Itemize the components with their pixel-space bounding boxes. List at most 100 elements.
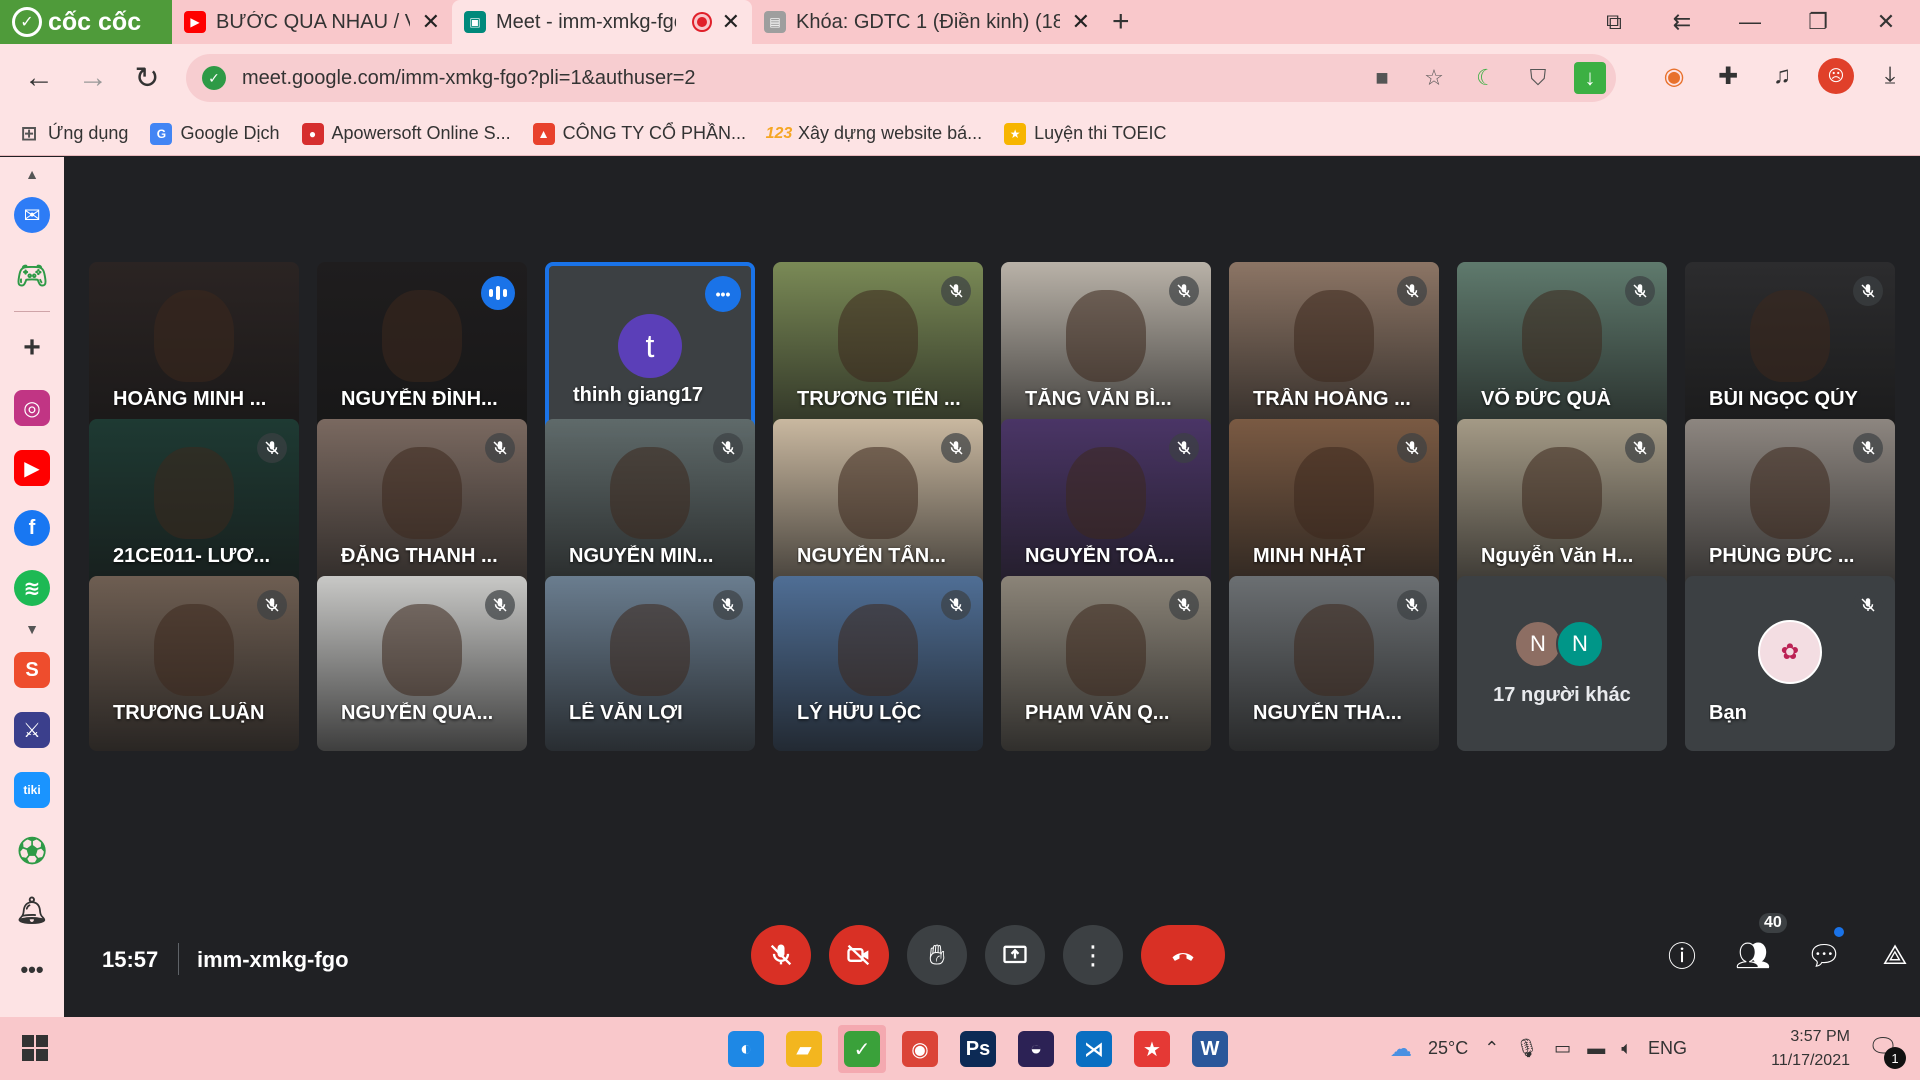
back-icon[interactable]: ← bbox=[12, 61, 66, 95]
chat-button[interactable]: 💬︎ bbox=[1802, 933, 1846, 977]
participant-tile[interactable]: t ••• thinh giang17 bbox=[545, 262, 755, 437]
scroll-down-icon[interactable]: ▼ bbox=[14, 621, 50, 637]
weather-temp[interactable]: 25°C bbox=[1428, 1038, 1468, 1059]
participant-tile[interactable]: BÙI NGỌC QÚY bbox=[1685, 262, 1895, 437]
taskbar-photoshop-button[interactable]: Ps bbox=[954, 1025, 1002, 1073]
notification-bell-icon[interactable]: 🔔︎ bbox=[14, 892, 50, 928]
show-hidden-icons-icon[interactable]: ⌃ bbox=[1484, 1038, 1499, 1059]
download-video-icon[interactable]: ↓ bbox=[1574, 62, 1606, 94]
start-button[interactable] bbox=[22, 1035, 48, 1061]
secure-lock-icon[interactable]: ✓ bbox=[202, 66, 226, 90]
bookmark-apps[interactable]: ⊞ Ứng dụng bbox=[18, 123, 129, 145]
tab-meet[interactable]: ▣ Meet - imm-xmkg-fgo ✕ bbox=[452, 0, 752, 44]
more-options-button[interactable]: ⋮ bbox=[1063, 925, 1123, 985]
participant-tile[interactable]: TRƯƠNG TIẾN ... bbox=[773, 262, 983, 437]
participant-tile[interactable]: PHÙNG ĐỨC ... bbox=[1685, 419, 1895, 594]
self-tile[interactable]: ✿ Bạn bbox=[1685, 576, 1895, 751]
restore-icon[interactable]: ❐ bbox=[1784, 9, 1852, 35]
participant-tile[interactable]: NGUYỄN QUA... bbox=[317, 576, 527, 751]
battery-icon[interactable]: ▬ bbox=[1587, 1038, 1605, 1059]
participant-tile[interactable]: 21CE011- LƯƠ... bbox=[89, 419, 299, 594]
soccer-icon[interactable]: ⚽︎ bbox=[14, 832, 50, 868]
shopee-icon[interactable]: S bbox=[14, 652, 50, 688]
leave-call-button[interactable] bbox=[1141, 925, 1225, 985]
participant-tile[interactable]: TRẦN HOÀNG ... bbox=[1229, 262, 1439, 437]
tab-search-icon[interactable]: ⧉ bbox=[1580, 9, 1648, 35]
close-window-icon[interactable]: ✕ bbox=[1852, 9, 1920, 35]
people-button[interactable]: 👥︎ bbox=[1731, 933, 1775, 977]
participant-tile[interactable]: NGUYỄN ĐÌNH... bbox=[317, 262, 527, 437]
tab-youtube[interactable]: ▶ BƯỚC QUA NHAU / Vũ. (Offi ✕ bbox=[172, 0, 452, 44]
participant-tile[interactable]: NGUYỄN THA... bbox=[1229, 576, 1439, 751]
forward-icon[interactable]: → bbox=[66, 61, 120, 95]
bookmark-star-icon[interactable]: ☆ bbox=[1418, 62, 1450, 94]
taskbar-explorer-button[interactable]: ▰ bbox=[780, 1025, 828, 1073]
extensions-puzzle-icon[interactable]: ✚ bbox=[1710, 58, 1746, 94]
reload-icon[interactable]: ↻ bbox=[120, 61, 174, 96]
more-options-icon[interactable]: ••• bbox=[705, 276, 741, 312]
participant-tile[interactable]: NGUYỄN MIN... bbox=[545, 419, 755, 594]
downloads-icon[interactable]: ⤓ bbox=[1872, 58, 1908, 94]
minimize-icon[interactable]: — bbox=[1716, 9, 1784, 35]
taskbar-edge-button[interactable]: ◐ bbox=[722, 1025, 770, 1073]
facebook-icon[interactable]: f bbox=[14, 510, 50, 546]
playlist-icon[interactable]: ♫ bbox=[1764, 58, 1800, 94]
participant-tile[interactable]: HOÀNG MINH ... bbox=[89, 262, 299, 437]
microphone-icon[interactable]: 🎙︎ bbox=[1515, 1038, 1538, 1059]
participant-tile[interactable]: NGUYỄN TẤN... bbox=[773, 419, 983, 594]
taskbar-chrome-button[interactable]: ◉ bbox=[896, 1025, 944, 1073]
language-indicator[interactable]: ENG bbox=[1648, 1038, 1687, 1059]
scroll-up-icon[interactable]: ▲ bbox=[14, 166, 50, 182]
close-tab-icon[interactable]: ✕ bbox=[722, 9, 740, 35]
participant-tile[interactable]: Nguyễn Văn H... bbox=[1457, 419, 1667, 594]
bookmark-company[interactable]: ▲ CÔNG TY CỔ PHẦN... bbox=[532, 122, 746, 145]
taskbar-coccoc-button[interactable]: ✓ bbox=[838, 1025, 886, 1073]
participant-tile[interactable]: VÕ ĐỨC QUÀ bbox=[1457, 262, 1667, 437]
taskbar-word-button[interactable]: W bbox=[1186, 1025, 1234, 1073]
raise-hand-button[interactable]: ✋︎ bbox=[907, 925, 967, 985]
bookmark-apowersoft[interactable]: ● Apowersoft Online S... bbox=[301, 122, 511, 145]
add-shortcut-icon[interactable]: + bbox=[14, 330, 50, 366]
taskbar-eclipse-button[interactable]: ◒ bbox=[1012, 1025, 1060, 1073]
participant-tile[interactable]: ĐẶNG THANH ... bbox=[317, 419, 527, 594]
youtube-sidebar-icon[interactable]: ▶ bbox=[14, 450, 50, 486]
game-app-icon[interactable]: ⚔ bbox=[14, 712, 50, 748]
tiki-icon[interactable]: tiki bbox=[14, 772, 50, 808]
meeting-details-button[interactable]: ⓘ bbox=[1660, 933, 1704, 977]
new-tab-icon[interactable]: + bbox=[1112, 5, 1130, 39]
activities-button[interactable]: ⟁ bbox=[1873, 933, 1917, 977]
participant-tile[interactable]: TRƯƠNG LUẬN bbox=[89, 576, 299, 751]
taskbar-star-button[interactable]: ★ bbox=[1128, 1025, 1176, 1073]
url-bar[interactable]: ✓ meet.google.com/imm-xmkg-fgo?pli=1&aut… bbox=[186, 54, 1616, 102]
other-participants-tile[interactable]: N N 17 người khác bbox=[1457, 576, 1667, 751]
participant-tile[interactable]: LÝ HỮU LỘC bbox=[773, 576, 983, 751]
taskbar-vscode-button[interactable]: ⋊ bbox=[1070, 1025, 1118, 1073]
camera-off-button[interactable] bbox=[829, 925, 889, 985]
bookmark-website[interactable]: 123 Xây dựng website bá... bbox=[766, 123, 983, 145]
dark-mode-icon[interactable]: ☾ bbox=[1470, 62, 1502, 94]
more-icon[interactable]: ••• bbox=[14, 952, 50, 988]
participant-tile[interactable]: TĂNG VĂN BÌ... bbox=[1001, 262, 1211, 437]
action-center-button[interactable]: 🗨︎ 1 bbox=[1868, 1033, 1906, 1069]
participant-tile[interactable]: LÊ VĂN LỢI bbox=[545, 576, 755, 751]
display-icon[interactable]: ▭ bbox=[1554, 1038, 1571, 1059]
bookmark-google-translate[interactable]: G Google Dịch bbox=[150, 122, 280, 145]
messenger-icon[interactable]: ✉ bbox=[14, 197, 50, 233]
weather-icon[interactable]: ☁ bbox=[1390, 1036, 1412, 1062]
shield-icon[interactable]: ⛉ bbox=[1522, 62, 1554, 94]
volume-icon[interactable]: 🔈︎ bbox=[1621, 1038, 1632, 1059]
instagram-icon[interactable]: ◎ bbox=[14, 390, 50, 426]
coccoc-brand[interactable]: ✓ cốc cốc bbox=[0, 0, 172, 44]
participant-tile[interactable]: MINH NHẬT bbox=[1229, 419, 1439, 594]
spotify-icon[interactable]: ≋ bbox=[14, 570, 50, 606]
profile-avatar-icon[interactable]: ☹ bbox=[1818, 58, 1854, 94]
participant-tile[interactable]: PHẠM VĂN Q... bbox=[1001, 576, 1211, 751]
back-history-icon[interactable]: ⇇ bbox=[1648, 9, 1716, 35]
tab-course[interactable]: ▤ Khóa: GDTC 1 (Điền kinh) (18 ✕ bbox=[752, 0, 1102, 44]
close-tab-icon[interactable]: ✕ bbox=[1072, 9, 1090, 35]
coccoc-extension-icon[interactable]: ◉ bbox=[1656, 58, 1692, 94]
present-screen-button[interactable] bbox=[985, 925, 1045, 985]
camera-icon[interactable]: ■ bbox=[1366, 62, 1398, 94]
participant-tile[interactable]: NGUYỄN TOÀ... bbox=[1001, 419, 1211, 594]
bookmark-toeic[interactable]: ★ Luyện thi TOEIC bbox=[1004, 122, 1167, 145]
